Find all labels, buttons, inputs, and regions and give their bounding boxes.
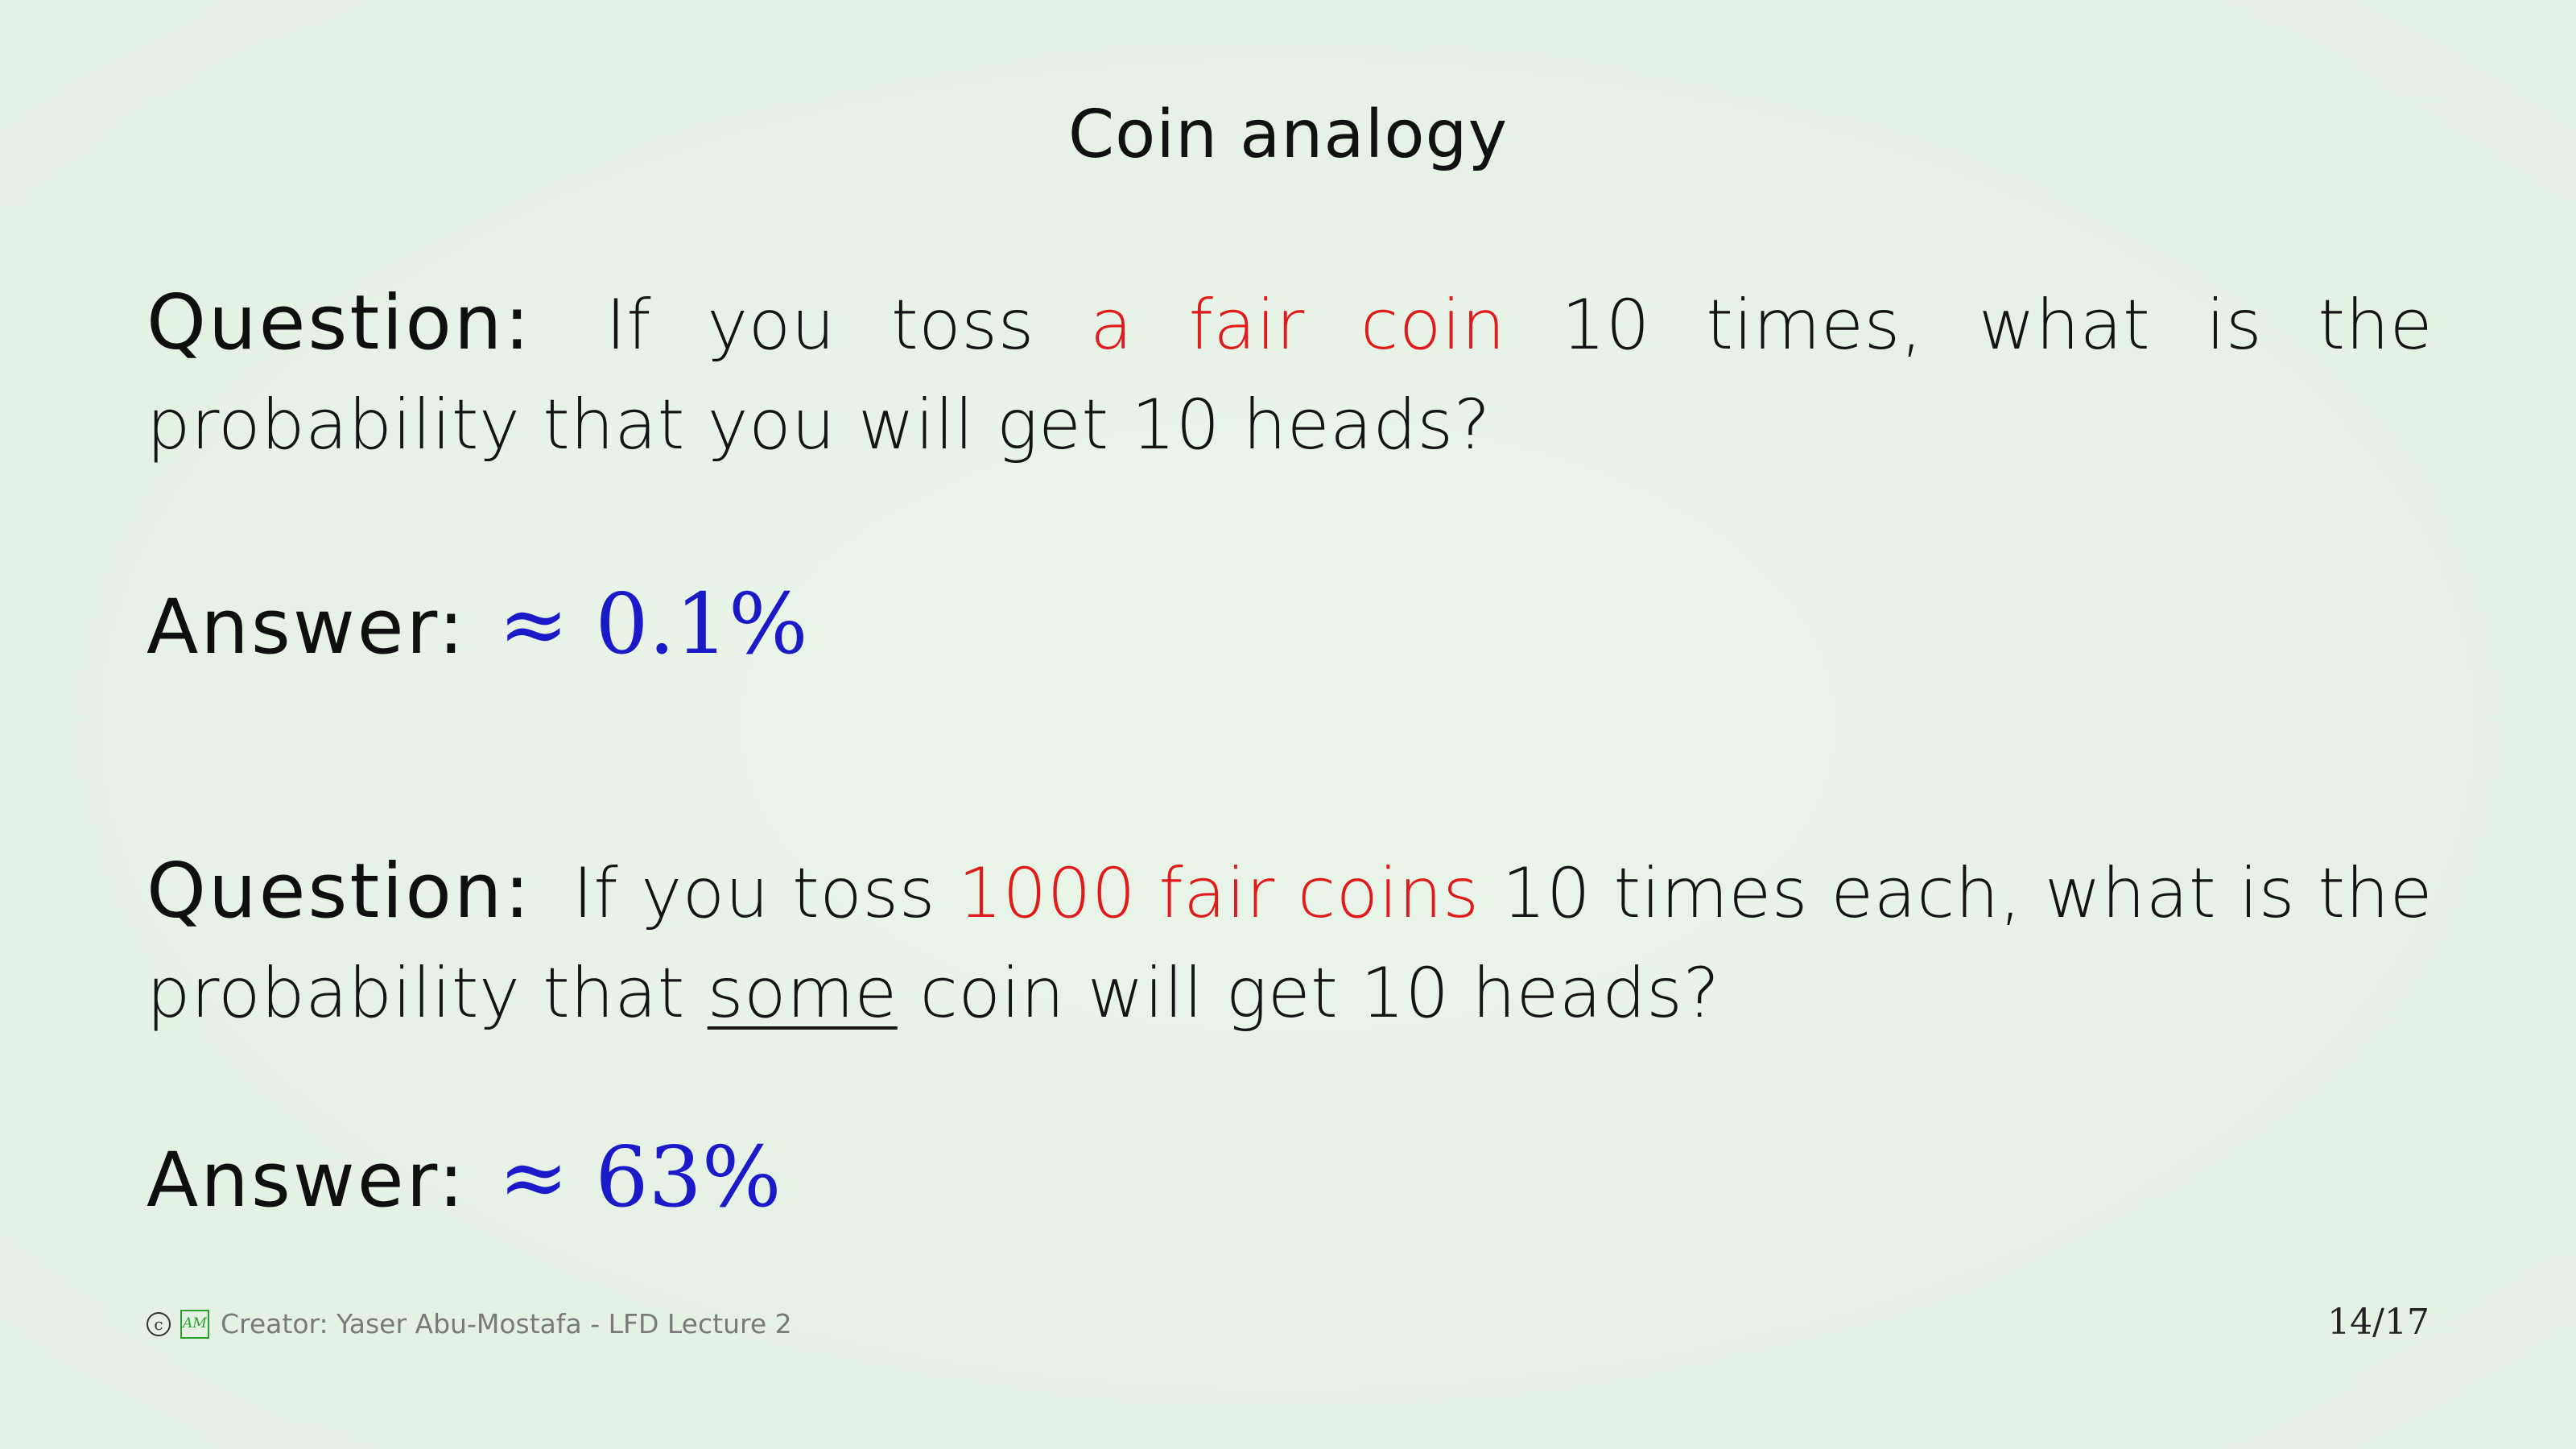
answer-1-label: Answer: [147,584,467,671]
am-logo-icon: AM [180,1309,209,1339]
question-1: Question: If you toss a fair coin 10 tim… [147,274,2433,475]
question-2: Question: If you toss 1000 fair coins 10… [147,842,2433,1043]
answer-2: Answer: ≈ 63% [147,1125,2433,1233]
answer-1: Answer: ≈ 0.1% [147,572,2433,680]
copyright-icon: c [147,1311,171,1336]
question-1-label: Question: [147,279,533,367]
question-2-label: Question: [147,848,533,935]
answer-2-label: Answer: [147,1137,467,1224]
question-2-text-before: If you toss [572,853,936,934]
footer: c AM Creator: Yaser Abu-Mostafa - LFD Le… [147,1308,792,1340]
question-2-underlined: some [707,953,898,1034]
question-2-text-after: coin will get 10 heads? [919,953,1720,1034]
slide-title: Coin analogy [1067,97,1509,173]
question-2-highlight: 1000 fair coins [958,853,1480,934]
question-1-text-before: If you toss [605,285,1034,365]
question-1-highlight: a fair coin [1090,285,1506,365]
page-number: 14/17 [2327,1302,2429,1343]
slide: Coin analogy Question: If you toss a fai… [0,0,2576,1449]
answer-1-value: ≈ 0.1% [498,575,808,673]
answer-2-value: ≈ 63% [498,1128,782,1226]
footer-creator: Creator: Yaser Abu-Mostafa - LFD Lecture… [221,1308,792,1340]
